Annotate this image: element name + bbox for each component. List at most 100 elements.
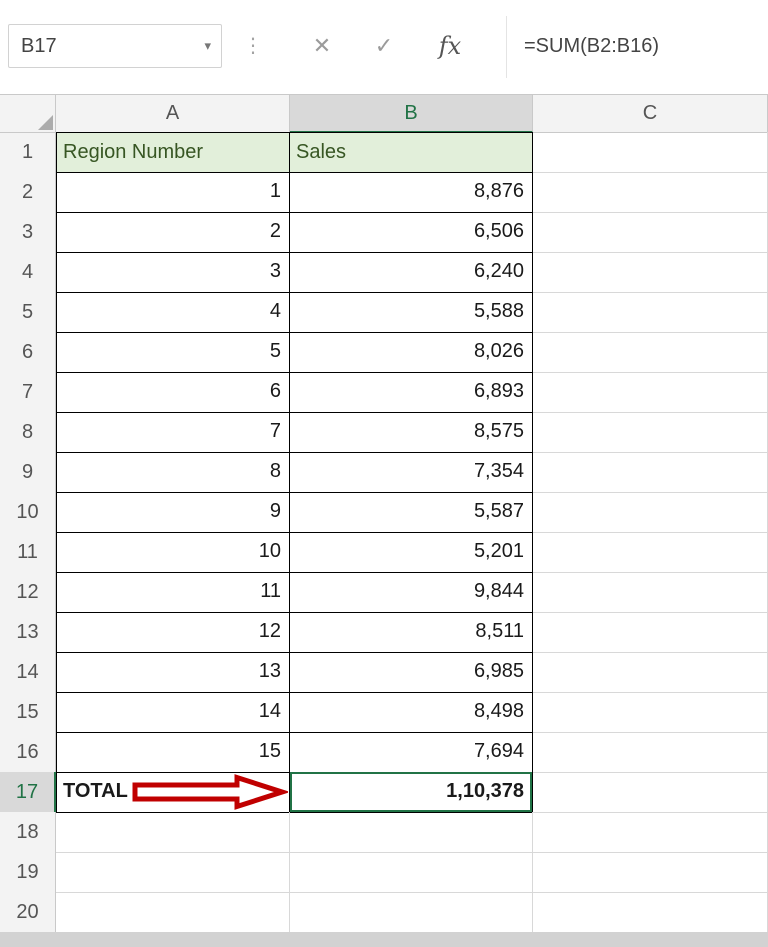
cell-B16[interactable]: 7,694	[290, 732, 533, 773]
cell-B3[interactable]: 6,506	[290, 212, 533, 253]
cell-C7[interactable]	[533, 372, 768, 413]
cell-B17[interactable]: 1,10,378	[290, 772, 533, 813]
cell-C6[interactable]	[533, 332, 768, 373]
row-header-1[interactable]: 1	[0, 132, 56, 173]
name-box[interactable]: B17 ▾	[8, 24, 222, 68]
cell-A1[interactable]: Region Number	[56, 132, 290, 173]
cell-C2[interactable]	[533, 172, 768, 213]
cell-A14[interactable]: 13	[56, 652, 290, 693]
column-header-A[interactable]: A	[56, 94, 290, 133]
row-header-15[interactable]: 15	[0, 692, 56, 733]
row-header-2[interactable]: 2	[0, 172, 56, 213]
cell-B6[interactable]: 8,026	[290, 332, 533, 373]
cell-C3[interactable]	[533, 212, 768, 253]
row-header-13[interactable]: 13	[0, 612, 56, 653]
cell-B14[interactable]: 6,985	[290, 652, 533, 693]
cell-B20[interactable]	[290, 892, 533, 933]
row-header-18[interactable]: 18	[0, 812, 56, 853]
row-header-19[interactable]: 19	[0, 852, 56, 893]
row-header-5[interactable]: 5	[0, 292, 56, 333]
cell-B11[interactable]: 5,201	[290, 532, 533, 573]
cell-C19[interactable]	[533, 852, 768, 893]
cell-C20[interactable]	[533, 892, 768, 933]
select-all-button[interactable]	[0, 94, 56, 133]
cell-A9[interactable]: 8	[56, 452, 290, 493]
cell-C8[interactable]	[533, 412, 768, 453]
cell-B10[interactable]: 5,587	[290, 492, 533, 533]
cell-C9[interactable]	[533, 452, 768, 493]
row-header-10[interactable]: 10	[0, 492, 56, 533]
insert-function-icon[interactable]: fx	[428, 24, 472, 68]
cell-C10[interactable]	[533, 492, 768, 533]
row-3: 3 2 6,506	[0, 212, 768, 253]
formula-bar-drag-handle-icon[interactable]: ⋮	[243, 24, 263, 68]
formula-bar: B17 ▾ ⋮ ✕ ✓ fx =SUM(B2:B16)	[0, 0, 768, 94]
cell-A7[interactable]: 6	[56, 372, 290, 413]
row-header-12[interactable]: 12	[0, 572, 56, 613]
row-15: 15 14 8,498	[0, 692, 768, 733]
cell-B15[interactable]: 8,498	[290, 692, 533, 733]
name-box-dropdown-icon[interactable]: ▾	[204, 38, 221, 54]
cell-A10[interactable]: 9	[56, 492, 290, 533]
cell-B5[interactable]: 5,588	[290, 292, 533, 333]
cell-A2[interactable]: 1	[56, 172, 290, 213]
row-header-6[interactable]: 6	[0, 332, 56, 373]
cell-A16[interactable]: 15	[56, 732, 290, 773]
row-header-11[interactable]: 11	[0, 532, 56, 573]
row-8: 8 7 8,575	[0, 412, 768, 453]
cell-A18[interactable]	[56, 812, 290, 853]
cell-A15[interactable]: 14	[56, 692, 290, 733]
cell-C15[interactable]	[533, 692, 768, 733]
row-header-7[interactable]: 7	[0, 372, 56, 413]
cell-A20[interactable]	[56, 892, 290, 933]
cell-C17[interactable]	[533, 772, 768, 813]
cell-B8[interactable]: 8,575	[290, 412, 533, 453]
cell-C5[interactable]	[533, 292, 768, 333]
row-header-9[interactable]: 9	[0, 452, 56, 493]
row-5: 5 4 5,588	[0, 292, 768, 333]
cell-A19[interactable]	[56, 852, 290, 893]
cell-B13[interactable]: 8,511	[290, 612, 533, 653]
cell-A3[interactable]: 2	[56, 212, 290, 253]
row-14: 14 13 6,985	[0, 652, 768, 693]
row-13: 13 12 8,511	[0, 612, 768, 653]
cancel-icon[interactable]: ✕	[300, 24, 344, 68]
cell-A13[interactable]: 12	[56, 612, 290, 653]
row-header-16[interactable]: 16	[0, 732, 56, 773]
cell-C14[interactable]	[533, 652, 768, 693]
cell-C1[interactable]	[533, 132, 768, 173]
cell-B2[interactable]: 8,876	[290, 172, 533, 213]
row-header-8[interactable]: 8	[0, 412, 56, 453]
cell-A5[interactable]: 4	[56, 292, 290, 333]
cell-C4[interactable]	[533, 252, 768, 293]
cell-B1[interactable]: Sales	[290, 132, 533, 173]
cell-B18[interactable]	[290, 812, 533, 853]
cell-B4[interactable]: 6,240	[290, 252, 533, 293]
cell-C16[interactable]	[533, 732, 768, 773]
cell-B19[interactable]	[290, 852, 533, 893]
row-header-4[interactable]: 4	[0, 252, 56, 293]
cell-A8[interactable]: 7	[56, 412, 290, 453]
cell-C11[interactable]	[533, 532, 768, 573]
formula-input[interactable]: =SUM(B2:B16)	[524, 24, 659, 68]
row-header-3[interactable]: 3	[0, 212, 56, 253]
cell-B9[interactable]: 7,354	[290, 452, 533, 493]
row-7: 7 6 6,893	[0, 372, 768, 413]
cell-A4[interactable]: 3	[56, 252, 290, 293]
cell-A11[interactable]: 10	[56, 532, 290, 573]
row-16: 16 15 7,694	[0, 732, 768, 773]
red-arrow-shape[interactable]	[130, 774, 288, 810]
cell-C18[interactable]	[533, 812, 768, 853]
column-header-B[interactable]: B	[290, 94, 533, 133]
row-header-14[interactable]: 14	[0, 652, 56, 693]
cell-C12[interactable]	[533, 572, 768, 613]
row-header-17[interactable]: 17	[0, 772, 56, 813]
cell-A6[interactable]: 5	[56, 332, 290, 373]
cell-B7[interactable]: 6,893	[290, 372, 533, 413]
column-header-C[interactable]: C	[533, 94, 768, 133]
cell-C13[interactable]	[533, 612, 768, 653]
enter-icon[interactable]: ✓	[362, 24, 406, 68]
cell-B12[interactable]: 9,844	[290, 572, 533, 613]
row-header-20[interactable]: 20	[0, 892, 56, 933]
cell-A12[interactable]: 11	[56, 572, 290, 613]
